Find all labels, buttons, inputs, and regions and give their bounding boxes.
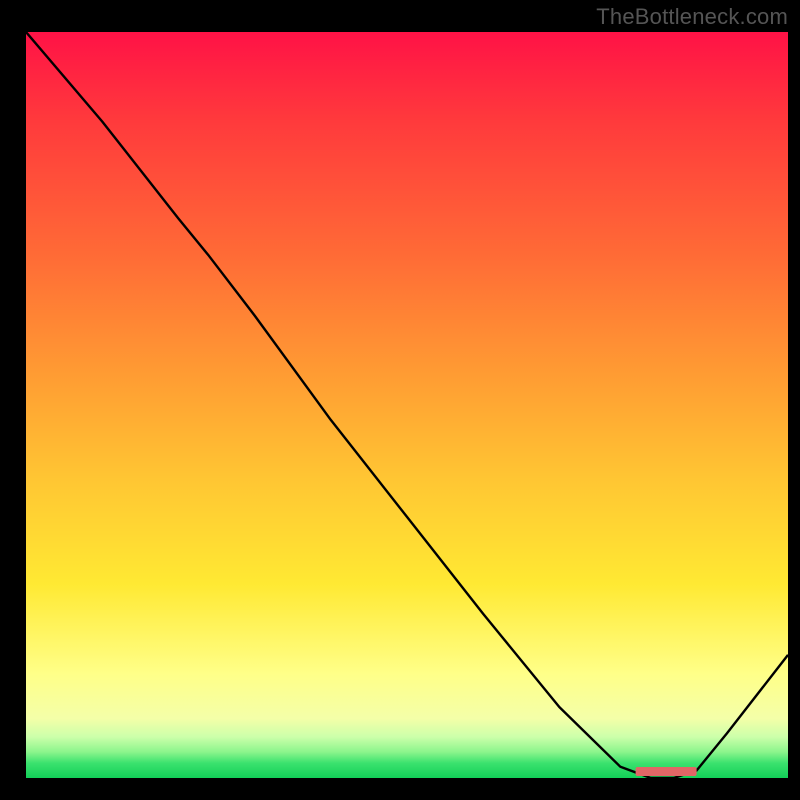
curve-path bbox=[26, 32, 788, 778]
chart-svg bbox=[26, 32, 788, 778]
plot-area bbox=[26, 32, 788, 778]
minimum-marker bbox=[636, 767, 697, 776]
watermark-text: TheBottleneck.com bbox=[596, 4, 788, 30]
chart-container: TheBottleneck.com bbox=[0, 0, 800, 800]
